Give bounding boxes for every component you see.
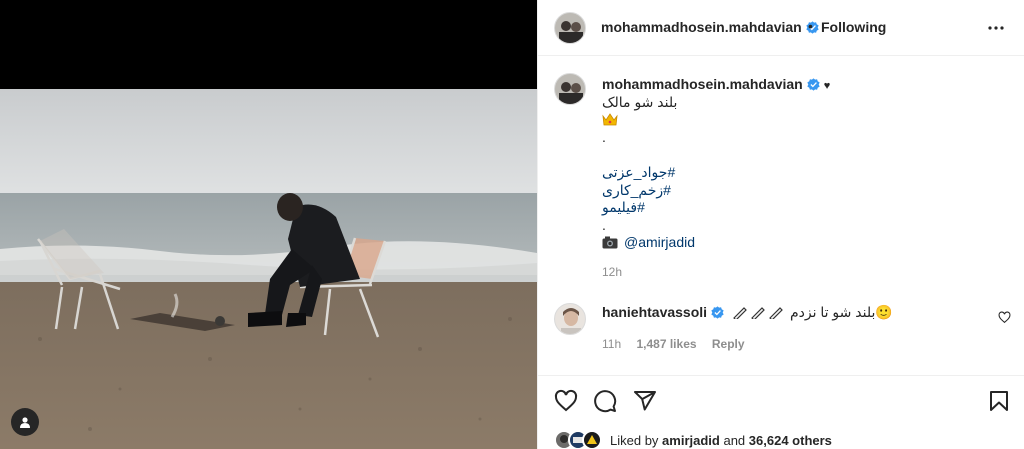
caption-line: . [602,216,606,233]
verified-badge-icon [711,306,724,319]
header-separator: • [808,18,813,34]
author-username-text: mohammadhosein.mahdavian [601,19,802,35]
likes-text: Liked by amirjadid and 36,624 others [610,433,832,448]
crown-emoji-icon [602,112,618,125]
comment-reply-button[interactable]: Reply [712,337,745,351]
comment-timestamp[interactable]: 11h [602,337,621,351]
comment-body: haniehtavassoli 🙂بلند شو تا نزدم [602,304,893,321]
photographer-mention-link[interactable]: @amirjadid [624,234,695,250]
instagram-post-view: mohammadhosein.mahdavian • Following moh… [0,0,1024,449]
comment-text: 🙂بلند شو تا نزدم [789,304,893,320]
hashtag-link[interactable]: #جواد_عزتی [602,164,675,182]
following-button[interactable]: Following [821,19,886,35]
liked-by-others-link[interactable]: 36,624 others [749,433,832,448]
liker-avatar [582,430,602,449]
comment-like-count[interactable]: 1,487 likes [636,337,696,351]
liked-by-username[interactable]: amirjadid [662,433,720,448]
post-media[interactable] [0,0,537,449]
avatar-image [555,304,585,334]
author-username[interactable]: mohammadhosein.mahdavian [601,19,819,35]
likes-summary: Liked by amirjadid and 36,624 others [554,430,1024,449]
liked-by-prefix: Liked by [610,433,659,448]
commenter-avatar[interactable] [554,303,586,335]
user-tag-icon [20,417,30,428]
share-icon[interactable] [633,389,657,413]
heart-icon[interactable] [554,389,578,413]
comment-meta: 11h 1,487 likes Reply [602,337,757,351]
post-header: mohammadhosein.mahdavian • Following [538,0,1024,56]
comment-icon[interactable] [593,389,617,413]
bookmark-icon[interactable] [987,389,1011,413]
verified-badge-icon [807,78,820,91]
pen-emoji-icons [733,307,783,321]
author-avatar[interactable] [554,12,586,44]
caption-timestamp[interactable]: 12h [602,265,622,279]
caption-line: . [602,129,606,145]
liked-by-and: and [723,433,746,448]
hashtag-link[interactable]: #زخم_کاری [602,182,671,200]
beach-photo-image [0,89,537,449]
caption-line: بلند شو مالک [602,94,678,110]
heart-emoji: ♥ [823,80,831,92]
comments-section[interactable]: mohammadhosein.mahdavian ♥ بلند شو مالک .… [538,57,1024,375]
hashtag-link[interactable]: #فیلیمو [602,199,645,217]
post-photo [0,89,537,449]
post-actions: Liked by amirjadid and 36,624 others [538,375,1024,449]
caption-username[interactable]: mohammadhosein.mahdavian [602,76,803,92]
avatar-image [555,74,585,104]
commenter-username[interactable]: haniehtavassoli [602,304,707,320]
more-options-icon[interactable] [987,19,1005,37]
avatar-image [555,13,585,43]
comment-like-heart-icon[interactable] [998,311,1011,324]
caption-text: بلند شو مالک . #جواد_عزتی #زخم_کاری #فیل… [602,94,1002,252]
post-side-panel: mohammadhosein.mahdavian • Following moh… [537,0,1024,449]
camera-emoji-icon [602,236,618,249]
tag-button[interactable] [11,408,39,436]
caption-author-avatar[interactable] [554,73,586,105]
caption-header: mohammadhosein.mahdavian ♥ [602,76,830,92]
